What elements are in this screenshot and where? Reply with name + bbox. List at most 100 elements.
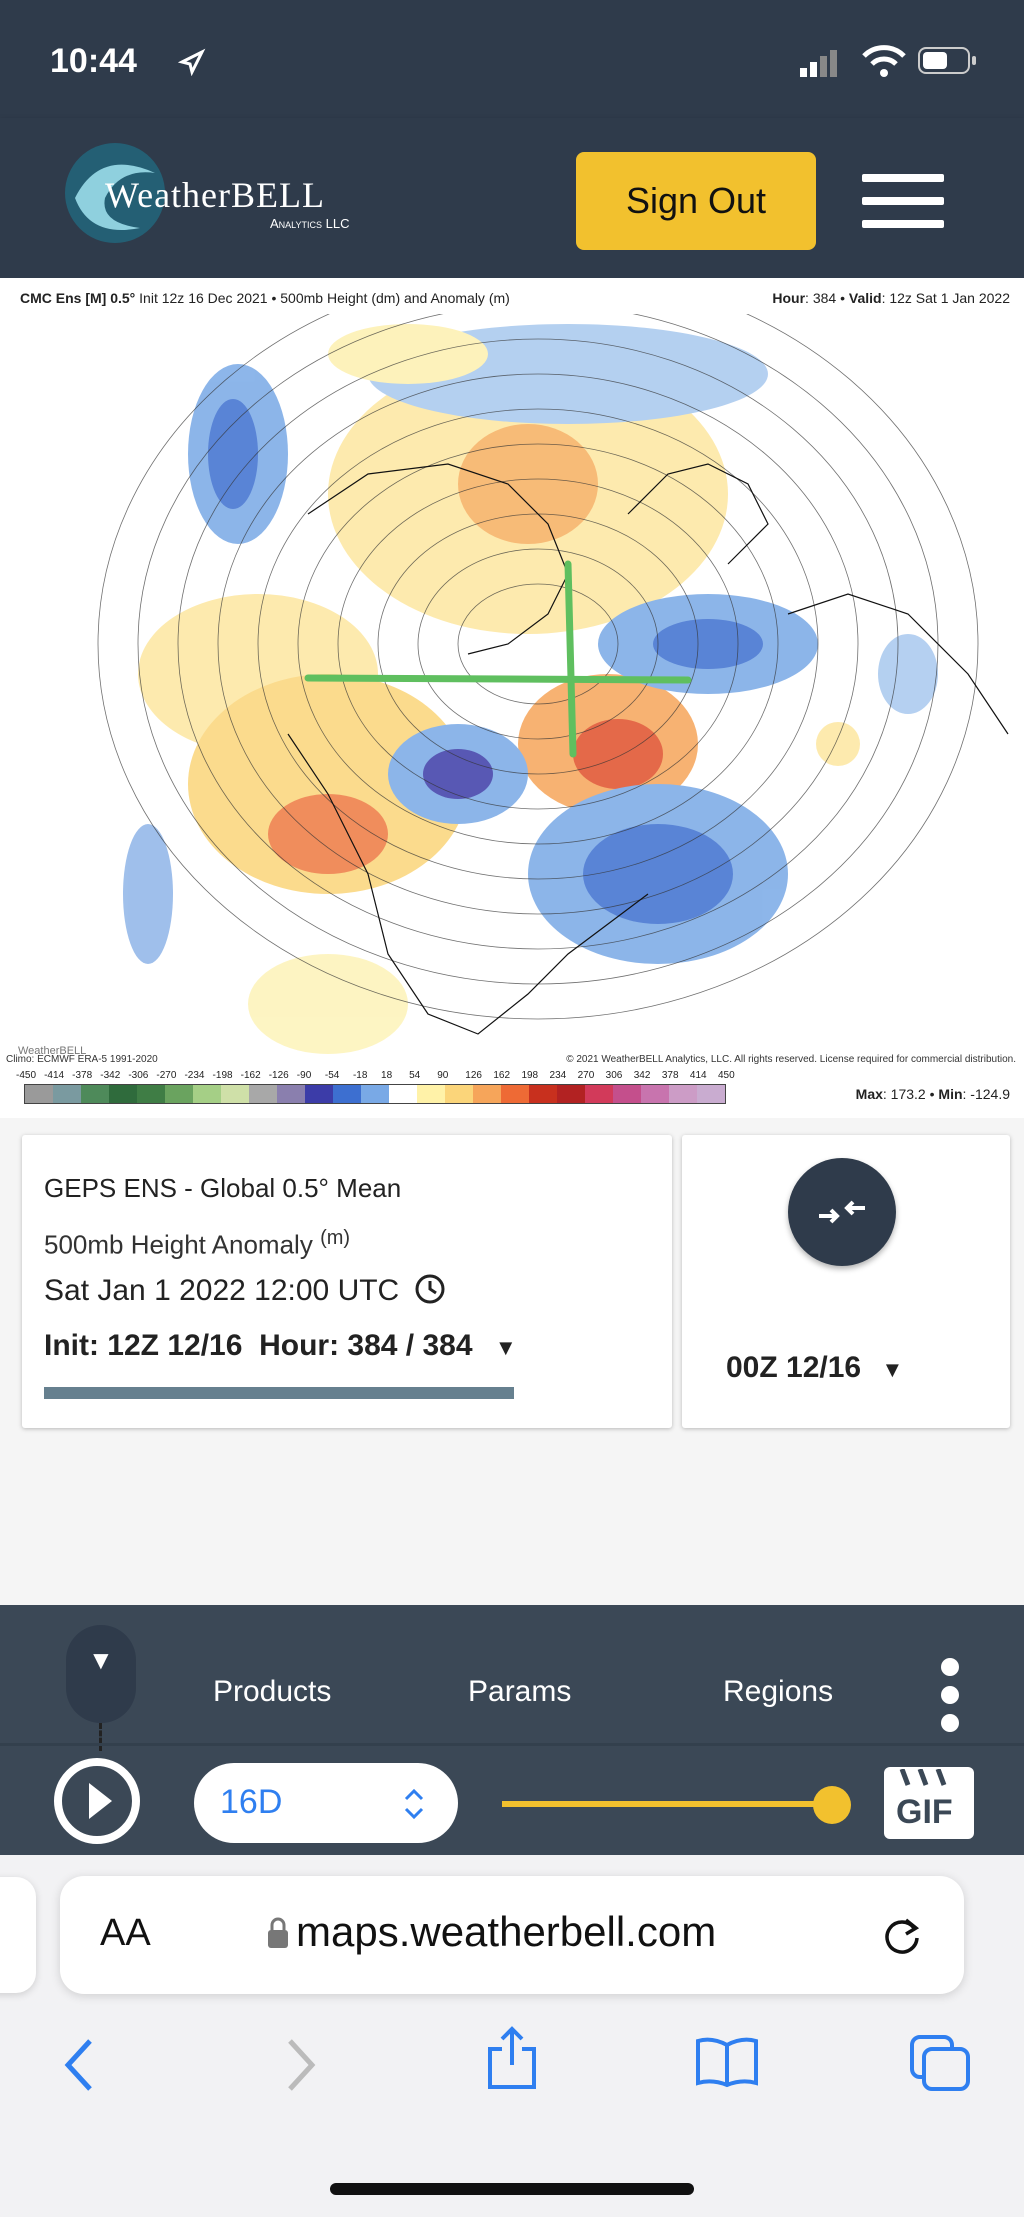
colorbar-labels: -450 -414 -378 -342 -306 -270 -234 -198 -162 -126… (16, 1070, 735, 1084)
colorbar-swatch (137, 1085, 165, 1103)
colorbar-swatch (669, 1085, 697, 1103)
colorbar-tick-label: 198 (521, 1070, 539, 1081)
gif-label: GIF (896, 1793, 953, 1831)
min-value: : -124.9 (962, 1086, 1010, 1102)
params-menu[interactable]: Params (468, 1675, 571, 1709)
colorbar-swatch (165, 1085, 193, 1103)
hour-label: Hour (772, 290, 806, 306)
signal-icon (800, 50, 837, 77)
compress-arrows-icon (819, 1200, 865, 1224)
colorbar-swatch (81, 1085, 109, 1103)
colorbar-tick-label: -378 (72, 1070, 93, 1081)
colorbar-tick-label: 342 (633, 1070, 651, 1081)
colorbar (24, 1084, 726, 1104)
sign-out-button[interactable]: Sign Out (576, 152, 816, 250)
valid-value: : 12z Sat 1 Jan 2022 (881, 290, 1010, 306)
colorbar-tick-label: 54 (409, 1070, 421, 1081)
valid-text: Sat Jan 1 2022 12:00 UTC (44, 1274, 400, 1307)
colorbar-tick-label: 378 (661, 1070, 679, 1081)
duration-value: 16D (220, 1783, 283, 1821)
colorbar-tick-label: -414 (44, 1070, 65, 1081)
location-icon (178, 48, 206, 76)
divider (0, 1743, 1024, 1746)
app-header: WeatherBELL Analytics LLC Sign Out (0, 118, 1024, 278)
reload-icon[interactable] (880, 1914, 924, 1958)
colorbar-tick-label: 270 (577, 1070, 595, 1081)
time-slider-handle[interactable] (813, 1786, 851, 1824)
regions-menu[interactable]: Regions (723, 1675, 833, 1709)
up-down-chevron-icon (404, 1788, 424, 1820)
colorbar-tick-label: 162 (493, 1070, 511, 1081)
address-bar[interactable]: AA maps.weatherbell.com (60, 1876, 964, 1994)
model-title: GEPS ENS - Global 0.5° Mean (44, 1173, 402, 1203)
gif-export-button[interactable]: GIF (884, 1767, 974, 1839)
max-label: Max (855, 1086, 883, 1102)
colorbar-tick-label: -18 (352, 1070, 368, 1081)
previous-tab-peek[interactable] (0, 1877, 36, 1993)
valid-datetime: Sat Jan 1 2022 12:00 UTC (44, 1273, 446, 1308)
clapper-icon (899, 1769, 947, 1786)
param-name: 500mb Height Anomaly (m) (44, 1227, 350, 1261)
caret-down-icon: ▼ (88, 1645, 114, 1675)
colorbar-swatch (473, 1085, 501, 1103)
colorbar-swatch (53, 1085, 81, 1103)
dropdown-caret-icon: ▼ (494, 1335, 517, 1360)
colorbar-tick-label: -162 (240, 1070, 261, 1081)
climo-note: Climo: ECMWF ERA-5 1991-2020 (6, 1054, 158, 1065)
hour-progress-fill (44, 1387, 514, 1399)
colorbar-swatch (305, 1085, 333, 1103)
run-dropdown[interactable]: 00Z 12/16 ▼ (726, 1351, 903, 1385)
tabs-icon[interactable] (908, 2033, 972, 2093)
map-title: CMC Ens [M] 0.5° Init 12z 16 Dec 2021 • … (20, 290, 510, 306)
colorbar-tick-label: -234 (184, 1070, 205, 1081)
colorbar-swatch (417, 1085, 445, 1103)
back-icon[interactable] (60, 2037, 100, 2093)
colorbar-swatch (389, 1085, 417, 1103)
duration-select[interactable]: 16D (194, 1763, 458, 1843)
colorbar-tick-label: 414 (689, 1070, 707, 1081)
hamburger-menu-icon[interactable] (862, 174, 944, 228)
browser-chrome: AA maps.weatherbell.com (0, 1855, 1024, 2217)
colorbar-swatch (25, 1085, 53, 1103)
wifi-icon (862, 45, 906, 77)
collapse-button[interactable]: ▼ (66, 1625, 136, 1723)
colorbar-tick-label: -54 (324, 1070, 340, 1081)
weatherbell-logo[interactable]: WeatherBELL Analytics LLC (60, 138, 400, 248)
colorbar-tick-label: -90 (296, 1070, 312, 1081)
colorbar-swatch (361, 1085, 389, 1103)
forward-icon[interactable] (280, 2037, 320, 2093)
lock-icon (268, 1917, 288, 1948)
colorbar-swatch (277, 1085, 305, 1103)
anomaly-map[interactable]: WeatherBELL (8, 314, 1016, 1066)
time-slider-track[interactable] (502, 1801, 832, 1807)
colorbar-swatch (333, 1085, 361, 1103)
logo-subtext: Analytics LLC (270, 216, 350, 231)
init-hour-select[interactable]: Init: 12Z 12/16 Hour: 384 / 384 ▼ (44, 1329, 517, 1363)
init-hour-text: Init: 12Z 12/16 Hour: 384 / 384 (44, 1329, 473, 1362)
products-menu[interactable]: Products (213, 1675, 331, 1709)
max-value: : 173.2 • (882, 1086, 939, 1102)
colorbar-tick-label: -270 (156, 1070, 177, 1081)
share-icon[interactable] (484, 2025, 540, 2091)
bottom-toolbar: ▼ Products Params Regions 16D GIF (0, 1605, 1024, 1855)
colorbar-swatch (221, 1085, 249, 1103)
play-button-icon[interactable] (52, 1756, 142, 1846)
hour-progress-bar (44, 1387, 514, 1399)
url-text[interactable]: maps.weatherbell.com (296, 1908, 716, 1956)
colorbar-swatch (501, 1085, 529, 1103)
run-select-card: 00Z 12/16 ▼ (682, 1135, 1010, 1428)
more-options-icon[interactable] (938, 1655, 962, 1735)
colorbar-tick-label: 450 (718, 1070, 735, 1081)
reader-options-button[interactable]: AA (100, 1912, 151, 1955)
colorbar-swatch (109, 1085, 137, 1103)
max-min-readout: Max: 173.2 • Min: -124.9 (856, 1086, 1010, 1102)
compare-button[interactable] (788, 1158, 896, 1266)
colorbar-swatch (641, 1085, 669, 1103)
colorbar-swatch (193, 1085, 221, 1103)
bookmarks-icon[interactable] (694, 2035, 760, 2089)
model-info-card: GEPS ENS - Global 0.5° Mean 500mb Height… (22, 1135, 672, 1428)
dropdown-caret-icon: ▼ (881, 1357, 904, 1382)
clock: 10:44 (50, 42, 137, 80)
clock-icon[interactable] (414, 1273, 446, 1305)
colorbar-swatch (585, 1085, 613, 1103)
